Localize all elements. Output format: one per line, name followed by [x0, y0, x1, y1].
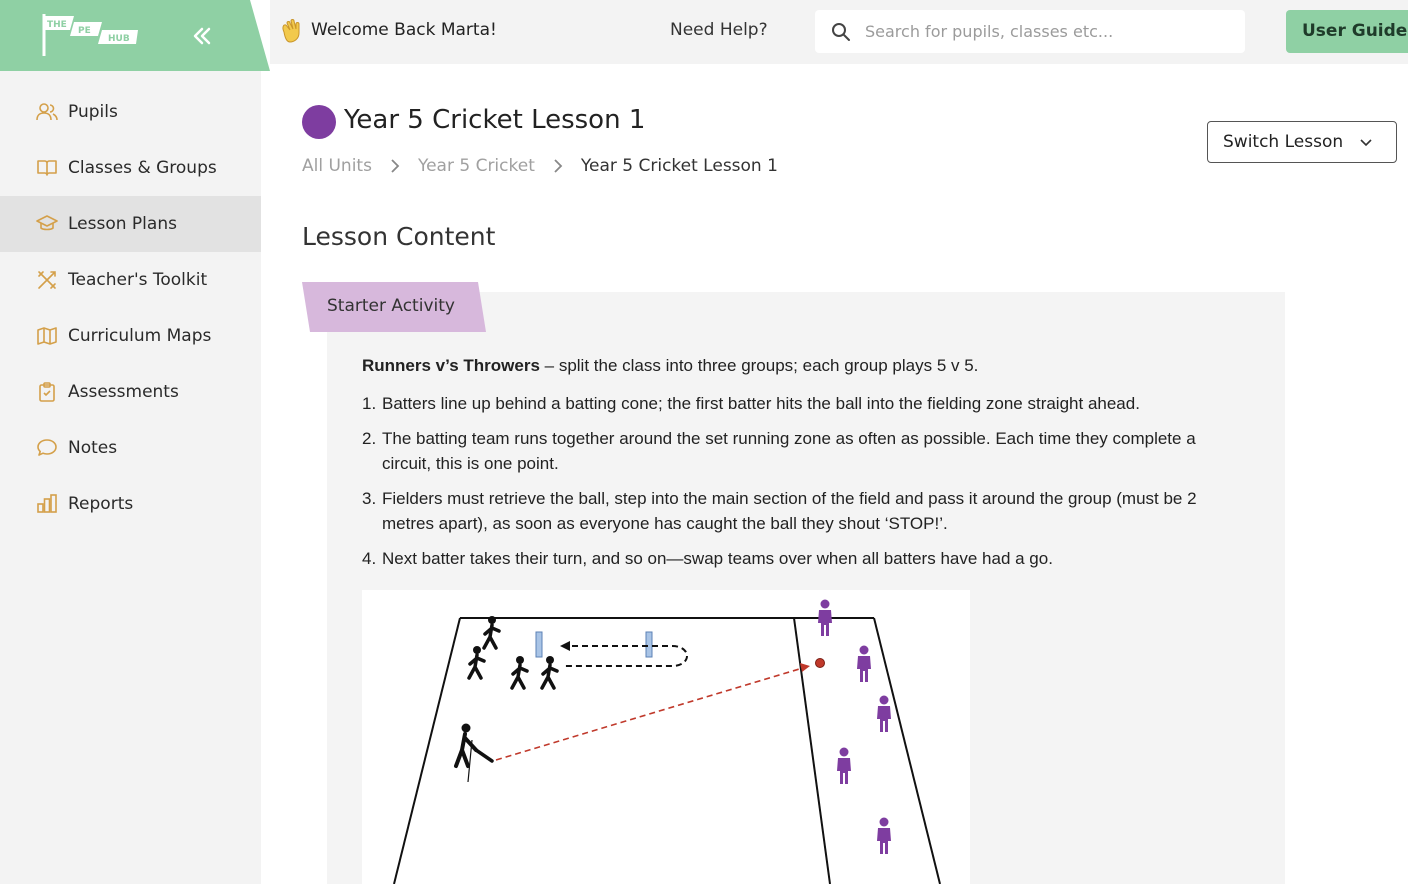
- step-text: Next batter takes their turn, and so on—…: [382, 549, 1053, 568]
- search-icon: [832, 22, 850, 41]
- ball-trajectory: [495, 666, 807, 761]
- sidebar-item-lesson-plans[interactable]: Lesson Plans: [0, 196, 261, 252]
- breadcrumb-current: Year 5 Cricket Lesson 1: [580, 156, 778, 176]
- graduation-cap-icon: [36, 213, 58, 235]
- sidebar-item-label: Classes & Groups: [68, 158, 217, 178]
- activity-intro: Runners v’s Throwers – split the class i…: [362, 356, 978, 376]
- cricket-pitch-diagram: [362, 590, 970, 884]
- waving-hand-icon: [282, 19, 300, 43]
- running-route: [562, 645, 688, 667]
- tools-icon: [36, 269, 58, 291]
- sidebar-item-label: Assessments: [68, 382, 179, 402]
- fielders-group: [818, 599, 891, 854]
- double-chevron-left-icon: [193, 27, 211, 45]
- sidebar-item-label: Teacher's Toolkit: [68, 270, 208, 290]
- sidebar-item-label: Reports: [68, 494, 134, 514]
- sidebar-item-assessments[interactable]: Assessments: [0, 364, 261, 420]
- arrow-head-icon: [560, 641, 570, 651]
- step-number: 3.: [362, 489, 377, 508]
- map-icon: [36, 325, 58, 347]
- chevron-right-icon: [391, 159, 400, 173]
- list-item: 1. Batters line up behind a batting cone…: [362, 391, 1242, 416]
- sidebar-item-pupils[interactable]: Pupils: [0, 84, 261, 140]
- sidebar-item-label: Curriculum Maps: [68, 326, 212, 346]
- batter-icon: [454, 723, 494, 783]
- switch-lesson-button[interactable]: Switch Lesson: [1207, 121, 1397, 163]
- switch-lesson-label: Switch Lesson: [1223, 132, 1344, 152]
- list-item: 3. Fielders must retrieve the ball, step…: [362, 486, 1242, 536]
- sidebar-item-curriculum-maps[interactable]: Curriculum Maps: [0, 308, 261, 364]
- users-icon: [36, 101, 58, 123]
- step-number: 2.: [362, 429, 377, 448]
- sidebar-item-teachers-toolkit[interactable]: Teacher's Toolkit: [0, 252, 261, 308]
- activity-intro-text: – split the class into three groups; eac…: [539, 356, 979, 375]
- sidebar-item-classes-groups[interactable]: Classes & Groups: [0, 140, 261, 196]
- bar-chart-icon: [36, 493, 58, 515]
- sidebar-item-label: Notes: [68, 438, 118, 458]
- user-guides-button[interactable]: User Guides: [1286, 10, 1408, 53]
- list-item: 2. The batting team runs together around…: [362, 426, 1242, 476]
- search-box[interactable]: [815, 10, 1245, 53]
- lesson-color-dot: [302, 105, 336, 139]
- ball-icon: [815, 658, 825, 668]
- step-text: Fielders must retrieve the ball, step in…: [382, 489, 1197, 533]
- step-text: Batters line up behind a batting cone; t…: [382, 394, 1140, 413]
- runners-group: [467, 614, 559, 690]
- search-input[interactable]: [865, 22, 1225, 41]
- breadcrumb: All Units Year 5 Cricket Year 5 Cricket …: [302, 154, 778, 178]
- logo-text-hub: HUB: [108, 34, 130, 44]
- starter-activity-tab-label: Starter Activity: [327, 296, 455, 316]
- logo-text-the: THE: [47, 20, 67, 30]
- sidebar-item-label: Pupils: [68, 102, 118, 122]
- step-text: The batting team runs together around th…: [382, 429, 1196, 473]
- speech-bubble-icon: [36, 437, 58, 459]
- clipboard-icon: [36, 381, 58, 403]
- step-number: 4.: [362, 549, 377, 568]
- breadcrumb-all-units[interactable]: All Units: [302, 156, 372, 176]
- welcome-message: Welcome Back Marta!: [311, 20, 497, 40]
- list-item: 4. Next batter takes their turn, and so …: [362, 546, 1242, 571]
- chevron-down-icon: [1360, 139, 1372, 147]
- need-help-link[interactable]: Need Help?: [670, 20, 768, 40]
- sidebar-item-label: Lesson Plans: [68, 214, 177, 234]
- breadcrumb-unit[interactable]: Year 5 Cricket: [418, 156, 535, 176]
- chevron-right-icon: [554, 159, 563, 173]
- logo-text-pe: PE: [78, 26, 91, 36]
- sidebar-item-notes[interactable]: Notes: [0, 420, 261, 476]
- activity-steps: 1. Batters line up behind a batting cone…: [362, 391, 1242, 581]
- page-title: Year 5 Cricket Lesson 1: [344, 105, 646, 135]
- sidebar-item-reports[interactable]: Reports: [0, 476, 261, 532]
- pe-hub-logo[interactable]: THE PE HUB: [40, 12, 142, 58]
- step-number: 1.: [362, 394, 377, 413]
- section-title: Lesson Content: [302, 222, 496, 251]
- book-icon: [36, 157, 58, 179]
- collapse-sidebar-button[interactable]: [188, 20, 216, 50]
- activity-intro-title: Runners v’s Throwers: [362, 356, 540, 375]
- stumps-icon: [535, 631, 653, 658]
